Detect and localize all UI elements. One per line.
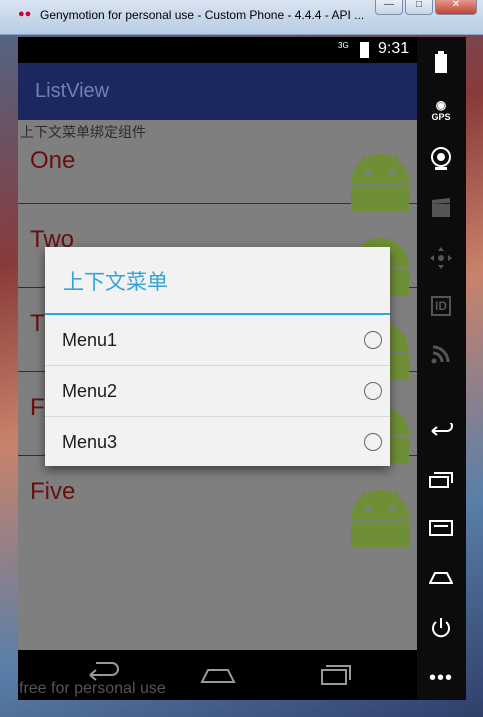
list-item-label: One	[30, 147, 76, 174]
minimize-button[interactable]: —	[375, 0, 403, 15]
emulator-frame: 3G 9:31 ListView 上下文菜单绑定组件 One Two Five …	[18, 37, 466, 700]
window-titlebar: ●● Genymotion for personal use - Custom …	[0, 0, 483, 35]
menu-item-label: Menu2	[62, 381, 118, 401]
list-item[interactable]: One	[18, 120, 417, 211]
radio-button[interactable]	[364, 382, 382, 400]
genymotion-icon: ●●	[18, 8, 32, 20]
menu-item-label: Menu1	[62, 330, 118, 350]
menu-item-label: Menu3	[62, 432, 118, 452]
battery-icon[interactable]	[426, 47, 456, 77]
home-icon[interactable]	[426, 563, 456, 593]
status-bar: 3G 9:31	[18, 37, 417, 63]
network-icon	[426, 339, 456, 369]
video-capture-icon	[426, 193, 456, 223]
maximize-button[interactable]: □	[405, 0, 433, 15]
network-indicator: 3G	[338, 41, 349, 50]
battery-icon	[360, 42, 369, 58]
dialog-title: 上下文菜单	[63, 271, 168, 294]
device-id-icon: ID	[426, 291, 456, 321]
app-title: ListView	[35, 80, 110, 102]
status-time: 9:31	[378, 40, 410, 57]
power-icon[interactable]	[426, 613, 456, 643]
android-icon	[351, 154, 409, 211]
menu-icon[interactable]	[426, 513, 456, 543]
more-options-icon[interactable]: •••	[426, 663, 456, 693]
window-controls: — □ ✕	[375, 0, 477, 15]
recent-apps-icon[interactable]	[426, 465, 456, 495]
android-icon	[351, 490, 409, 547]
dpad-icon	[426, 243, 456, 273]
radio-button[interactable]	[364, 331, 382, 349]
action-bar: ListView	[18, 63, 417, 120]
menu-item-menu3[interactable]: Menu3	[45, 417, 390, 467]
close-button[interactable]: ✕	[435, 0, 477, 15]
recent-apps-icon[interactable]	[314, 662, 354, 688]
camera-icon[interactable]	[426, 144, 456, 174]
watermark-text: free for personal use	[19, 680, 166, 697]
home-icon[interactable]	[198, 662, 238, 688]
context-menu-dialog: 上下文菜单 Menu1 Menu2 Menu3	[45, 247, 390, 466]
phone-screen: 3G 9:31 ListView 上下文菜单绑定组件 One Two Five …	[18, 37, 417, 700]
radio-button[interactable]	[364, 433, 382, 451]
back-icon[interactable]	[426, 416, 456, 446]
window-title: Genymotion for personal use - Custom Pho…	[40, 8, 365, 22]
navigation-bar: free for personal use	[18, 650, 417, 700]
menu-item-menu2[interactable]: Menu2	[45, 366, 390, 417]
list-item[interactable]: Five	[18, 456, 417, 547]
menu-item-menu1[interactable]: Menu1	[45, 315, 390, 366]
list-item-label: Five	[30, 478, 76, 505]
emulator-sidebar: ◉ GPS ID •••	[417, 37, 466, 700]
gps-label: GPS	[431, 112, 451, 122]
id-label: ID	[431, 296, 451, 316]
gps-icon[interactable]: ◉ GPS	[426, 95, 456, 125]
